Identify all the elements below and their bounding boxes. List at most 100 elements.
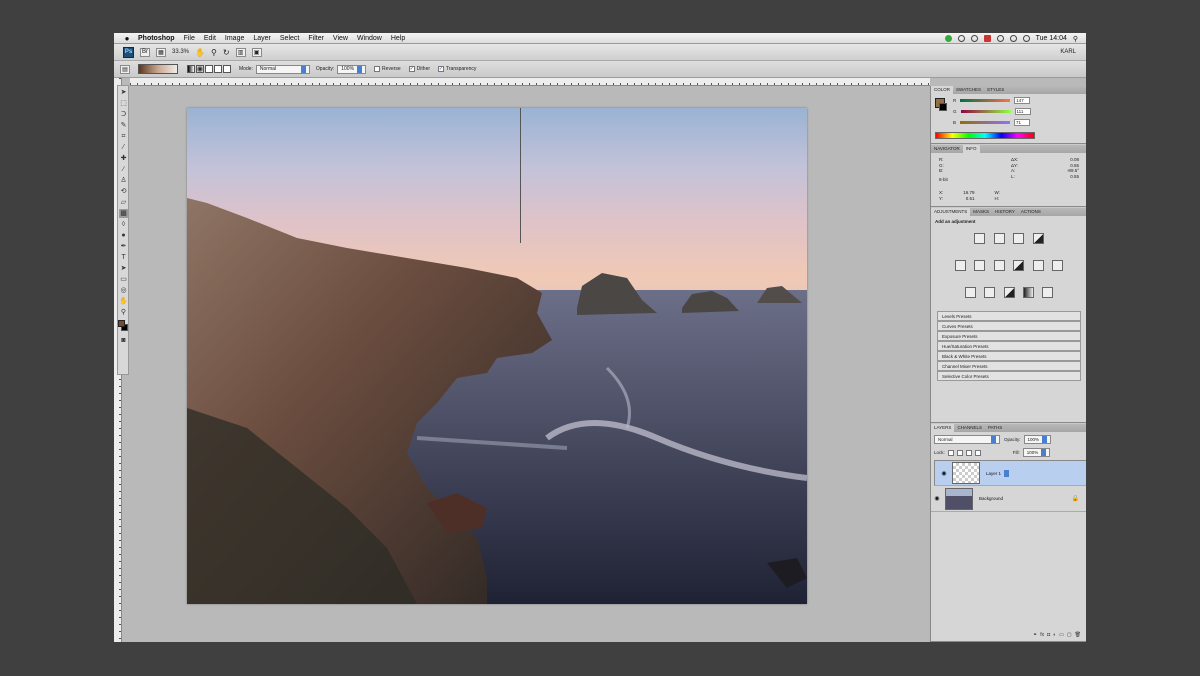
preset-black-white[interactable]: Black & White Presets bbox=[937, 351, 1081, 361]
angle-gradient-icon[interactable] bbox=[205, 65, 213, 73]
tool-preset-icon[interactable]: ▤ bbox=[120, 64, 130, 74]
menu-window[interactable]: Window bbox=[357, 35, 382, 42]
brightness-contrast-icon[interactable] bbox=[974, 233, 986, 244]
levels-icon[interactable] bbox=[993, 233, 1005, 244]
panel-background-swatch[interactable] bbox=[939, 103, 947, 111]
tab-navigator[interactable]: NAVIGATOR bbox=[931, 145, 963, 153]
color-swatches[interactable] bbox=[118, 320, 128, 332]
tab-adjustments[interactable]: ADJUSTMENTS bbox=[931, 208, 971, 216]
workspace-user[interactable]: KARL bbox=[1060, 49, 1076, 55]
history-brush-tool-icon[interactable]: ⟲ bbox=[119, 187, 128, 196]
path-select-tool-icon[interactable]: ➤ bbox=[119, 264, 128, 273]
layer-row-layer1[interactable]: ◉ Layer 1 bbox=[934, 460, 1086, 486]
g-value[interactable]: 111 bbox=[1014, 108, 1031, 115]
type-tool-icon[interactable]: T bbox=[119, 253, 128, 262]
spotlight-icon[interactable]: ⚲ bbox=[1073, 35, 1078, 43]
ps-logo-icon[interactable]: Ps bbox=[123, 46, 134, 58]
transparency-checkbox[interactable]: ✓ bbox=[438, 66, 445, 72]
eyedropper-tool-icon[interactable]: ⁄ bbox=[119, 143, 128, 152]
dodge-tool-icon[interactable]: ● bbox=[119, 231, 128, 240]
menu-filter[interactable]: Filter bbox=[308, 35, 324, 42]
document-canvas[interactable] bbox=[187, 108, 807, 604]
eye-icon[interactable]: ◉ bbox=[933, 495, 941, 502]
volume-icon[interactable] bbox=[1022, 35, 1030, 42]
tab-info[interactable]: INFO bbox=[962, 145, 980, 153]
lasso-tool-icon[interactable]: ᑐ bbox=[119, 110, 128, 119]
layer-style-icon[interactable]: fx bbox=[1040, 632, 1044, 638]
photo-filter-icon[interactable] bbox=[1032, 260, 1044, 271]
lock-position-icon[interactable] bbox=[965, 449, 972, 456]
new-adjustment-icon[interactable]: ◐ bbox=[1053, 632, 1056, 638]
r-value[interactable]: 147 bbox=[1014, 97, 1031, 104]
preset-selective-color[interactable]: Selective Color Presets bbox=[937, 371, 1081, 381]
3d-rotate-tool-icon[interactable]: ◎ bbox=[119, 286, 128, 295]
arrange-documents-icon[interactable]: ▥ bbox=[235, 47, 246, 57]
marquee-tool-icon[interactable]: ⬚ bbox=[119, 99, 128, 108]
radial-gradient-icon[interactable] bbox=[196, 65, 204, 73]
black-white-icon[interactable] bbox=[1013, 260, 1025, 271]
rotate-view-icon[interactable]: ↻ bbox=[223, 48, 230, 57]
tab-layers[interactable]: LAYERS bbox=[931, 424, 955, 432]
shape-tool-icon[interactable]: ▭ bbox=[119, 275, 128, 284]
brush-tool-icon[interactable]: ∕ bbox=[119, 165, 128, 174]
tab-paths[interactable]: PATHS bbox=[985, 424, 1005, 432]
menu-select[interactable]: Select bbox=[280, 35, 299, 42]
channel-mixer-icon[interactable] bbox=[1052, 260, 1064, 271]
exposure-icon[interactable] bbox=[1032, 233, 1044, 244]
screen-mode-icon[interactable]: ▣ bbox=[251, 47, 262, 57]
preset-exposure[interactable]: Exposure Presets bbox=[937, 331, 1081, 341]
zoom-tool-icon[interactable]: ⚲ bbox=[211, 48, 217, 57]
blend-mode-select[interactable]: Normal bbox=[934, 435, 1000, 444]
g-slider[interactable] bbox=[960, 110, 1011, 113]
app-menu[interactable]: Photoshop bbox=[138, 35, 175, 42]
selective-color-icon[interactable] bbox=[1042, 287, 1054, 298]
tab-masks[interactable]: MASKS bbox=[970, 208, 992, 216]
bluetooth-icon[interactable] bbox=[996, 35, 1004, 42]
wifi-icon[interactable] bbox=[1009, 35, 1017, 42]
layer-opacity-field[interactable]: 100% bbox=[1023, 435, 1052, 444]
diamond-gradient-icon[interactable] bbox=[223, 65, 231, 73]
menu-layer[interactable]: Layer bbox=[253, 35, 271, 42]
tab-channels[interactable]: CHANNELS bbox=[954, 424, 985, 432]
opacity-field[interactable]: 100% bbox=[337, 64, 367, 74]
color-balance-icon[interactable] bbox=[993, 260, 1005, 271]
lock-all-icon[interactable] bbox=[974, 449, 981, 456]
clone-stamp-tool-icon[interactable]: ♙ bbox=[119, 176, 128, 185]
linear-gradient-icon[interactable] bbox=[187, 65, 195, 73]
eraser-tool-icon[interactable]: ▱ bbox=[119, 198, 128, 207]
gradient-tool-icon[interactable]: ▩ bbox=[119, 209, 128, 218]
preset-curves[interactable]: Curves Presets bbox=[937, 321, 1081, 331]
view-extras-icon[interactable]: ▦ bbox=[156, 47, 166, 57]
app-status-icon[interactable] bbox=[983, 35, 991, 42]
tab-swatches[interactable]: SWATCHES bbox=[953, 86, 984, 94]
tab-actions[interactable]: ACTIONS bbox=[1018, 208, 1044, 216]
clock[interactable]: Tue 14:04 bbox=[1036, 35, 1067, 42]
lock-transparent-icon[interactable] bbox=[947, 449, 954, 456]
delete-layer-icon[interactable]: 🗑 bbox=[1075, 632, 1081, 638]
blur-tool-icon[interactable]: ◊ bbox=[119, 220, 128, 229]
status-green-icon[interactable] bbox=[944, 35, 952, 42]
dither-checkbox[interactable]: ✓ bbox=[408, 66, 415, 72]
gradient-map-icon[interactable] bbox=[1022, 287, 1034, 298]
menu-view[interactable]: View bbox=[333, 35, 348, 42]
crop-tool-icon[interactable]: ⌗ bbox=[119, 132, 128, 141]
layer-row-background[interactable]: ◉ Background 🔒 bbox=[931, 486, 1086, 512]
preset-hue-saturation[interactable]: Hue/Saturation Presets bbox=[937, 341, 1081, 351]
hand-tool-icon-box[interactable]: ✋ bbox=[119, 297, 128, 306]
new-layer-icon[interactable]: ▢ bbox=[1067, 632, 1072, 638]
posterize-icon[interactable] bbox=[984, 287, 996, 298]
sync-icon[interactable] bbox=[957, 35, 965, 42]
eye-icon[interactable]: ◉ bbox=[940, 470, 948, 477]
b-slider[interactable] bbox=[960, 121, 1011, 124]
preset-levels[interactable]: Levels Presets bbox=[937, 311, 1081, 321]
hand-tool-icon[interactable]: ✋ bbox=[195, 48, 205, 57]
preset-channel-mixer[interactable]: Channel Mixer Presets bbox=[937, 361, 1081, 371]
tab-styles[interactable]: STYLES bbox=[984, 86, 1007, 94]
add-mask-icon[interactable]: ◘ bbox=[1047, 632, 1050, 638]
healing-brush-tool-icon[interactable]: ✚ bbox=[119, 154, 128, 163]
threshold-icon[interactable] bbox=[1003, 287, 1015, 298]
pen-tool-icon[interactable]: ✒ bbox=[119, 242, 128, 251]
tab-history[interactable]: HISTORY bbox=[992, 208, 1018, 216]
move-tool-icon[interactable]: ➤ bbox=[119, 88, 128, 97]
zoom-tool-icon-box[interactable]: ⚲ bbox=[119, 308, 128, 317]
